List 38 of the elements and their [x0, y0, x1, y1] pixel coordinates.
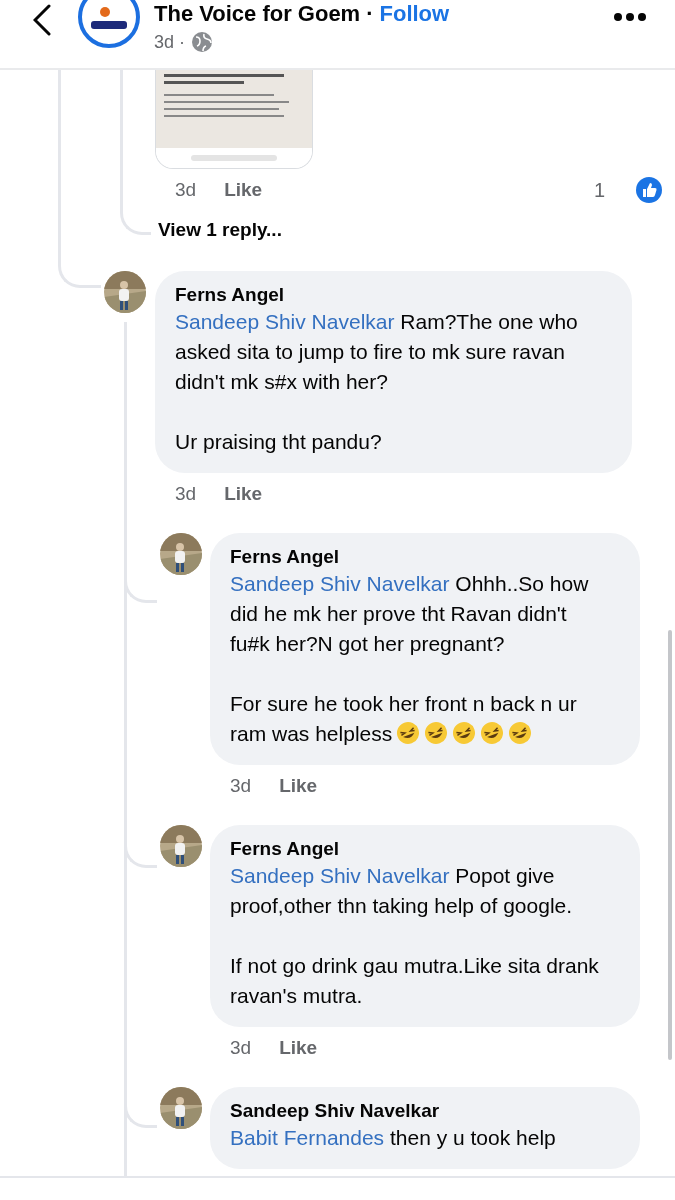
like-button[interactable]: Like: [224, 483, 263, 505]
page-logo[interactable]: [78, 0, 140, 48]
like-count: 1: [593, 178, 605, 202]
comment-text: If not go drink gau mutra.Like sita drank ravan's mutra.: [230, 953, 600, 1009]
comment-text: Ur praising tht pandu?: [175, 429, 383, 455]
comment-text: Sandeep Shiv Navelkar Popot give proof,other thn taking help of google.: [230, 863, 574, 919]
laughing-emoji-icon: [508, 721, 533, 745]
comment-author: Ferns Angel: [230, 837, 341, 861]
mention-link[interactable]: Sandeep Shiv Navelkar: [230, 864, 450, 887]
separator-dot: ·: [366, 1, 374, 27]
comment-text: Babit Fernandes then y u took help: [230, 1125, 557, 1151]
follow-link[interactable]: Follow: [379, 1, 450, 27]
comment-text: Sandeep Shiv Navelkar Ohhh..So how did he mk her prove tht Ravan didn't fu#k her?N got her pregnant?: [230, 571, 590, 657]
view-replies-link[interactable]: View 1 reply...: [158, 219, 675, 241]
comment-time: 3d: [230, 775, 252, 797]
post-time: 3d ·: [154, 31, 186, 53]
more-icon: [613, 12, 647, 22]
laughing-emoji-icon: [424, 721, 449, 745]
laughing-emoji-icon: [396, 721, 421, 745]
laughing-emoji-icon: [452, 721, 477, 745]
thumbs-up-icon: [635, 176, 663, 204]
globe-icon: [191, 31, 214, 53]
mention-link[interactable]: Sandeep Shiv Navelkar: [230, 572, 450, 595]
comment-time: 3d: [230, 1037, 252, 1059]
mention-link[interactable]: Babit Fernandes: [230, 1126, 385, 1149]
page-title[interactable]: The Voice for Goem: [154, 1, 361, 27]
like-button[interactable]: Like: [279, 775, 318, 797]
comment-time: 3d: [175, 483, 197, 505]
laughing-emoji-icon: [480, 721, 505, 745]
comment-time: 3d: [175, 179, 197, 201]
comment-text: For sure he took her front n back n ur ram was helpless: [230, 691, 578, 747]
like-button[interactable]: Like: [224, 179, 263, 201]
comment-author: Ferns Angel: [175, 283, 286, 307]
like-button[interactable]: Like: [279, 1037, 318, 1059]
comment-text: Sandeep Shiv Navelkar Ram?The one who asked sita to jump to fire to mk sure ravan didn't mk s#x with her?: [175, 309, 579, 395]
mention-link[interactable]: Sandeep Shiv Navelkar: [175, 310, 395, 333]
comment-author: Sandeep Shiv Navelkar: [230, 1099, 441, 1123]
comment-author: Ferns Angel: [230, 545, 341, 569]
